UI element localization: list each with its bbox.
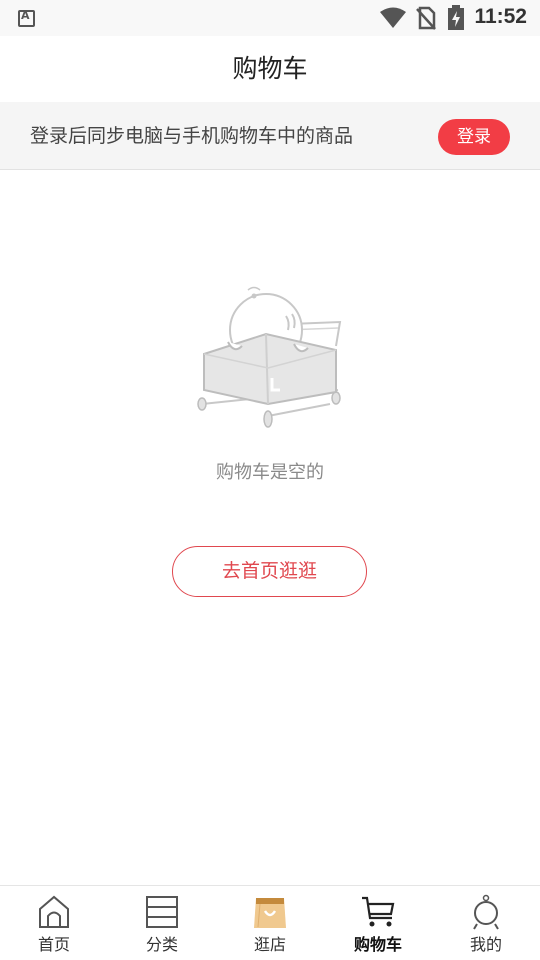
empty-cart-message: 购物车是空的 xyxy=(216,462,324,483)
tab-label: 首页 xyxy=(37,935,70,954)
battery-charging-icon xyxy=(448,5,464,30)
empty-cart-illustration xyxy=(197,286,342,428)
tab-profile[interactable]: 我的 xyxy=(432,886,540,960)
bottom-tab-bar: 首页 分类 逛店 购物车 我的 xyxy=(0,885,540,960)
no-sim-icon xyxy=(416,6,436,30)
tab-label: 我的 xyxy=(469,935,502,954)
shopping-bag-icon xyxy=(254,898,286,928)
status-bar: 11:52 xyxy=(0,0,540,36)
category-icon xyxy=(146,896,178,928)
tab-label: 逛店 xyxy=(253,935,286,954)
accessibility-icon xyxy=(18,9,35,27)
profile-icon xyxy=(473,894,499,930)
tab-label: 分类 xyxy=(145,935,178,954)
login-button[interactable]: 登录 xyxy=(438,119,510,155)
login-tip-text: 登录后同步电脑与手机购物车中的商品 xyxy=(30,125,354,147)
status-time: 11:52 xyxy=(474,5,527,28)
go-home-button[interactable]: 去首页逛逛 xyxy=(172,546,367,597)
tab-home[interactable]: 首页 xyxy=(0,886,108,960)
tab-shops[interactable]: 逛店 xyxy=(216,886,324,960)
login-banner: 登录后同步电脑与手机购物车中的商品 登录 xyxy=(0,102,540,170)
wifi-icon xyxy=(380,7,406,28)
tab-label: 购物车 xyxy=(353,935,402,954)
page-title: 购物车 xyxy=(232,54,308,83)
tab-category[interactable]: 分类 xyxy=(108,886,216,960)
tab-cart[interactable]: 购物车 xyxy=(324,886,432,960)
cart-icon xyxy=(362,896,395,927)
title-bar: 购物车 xyxy=(0,36,540,102)
home-icon xyxy=(39,895,69,928)
